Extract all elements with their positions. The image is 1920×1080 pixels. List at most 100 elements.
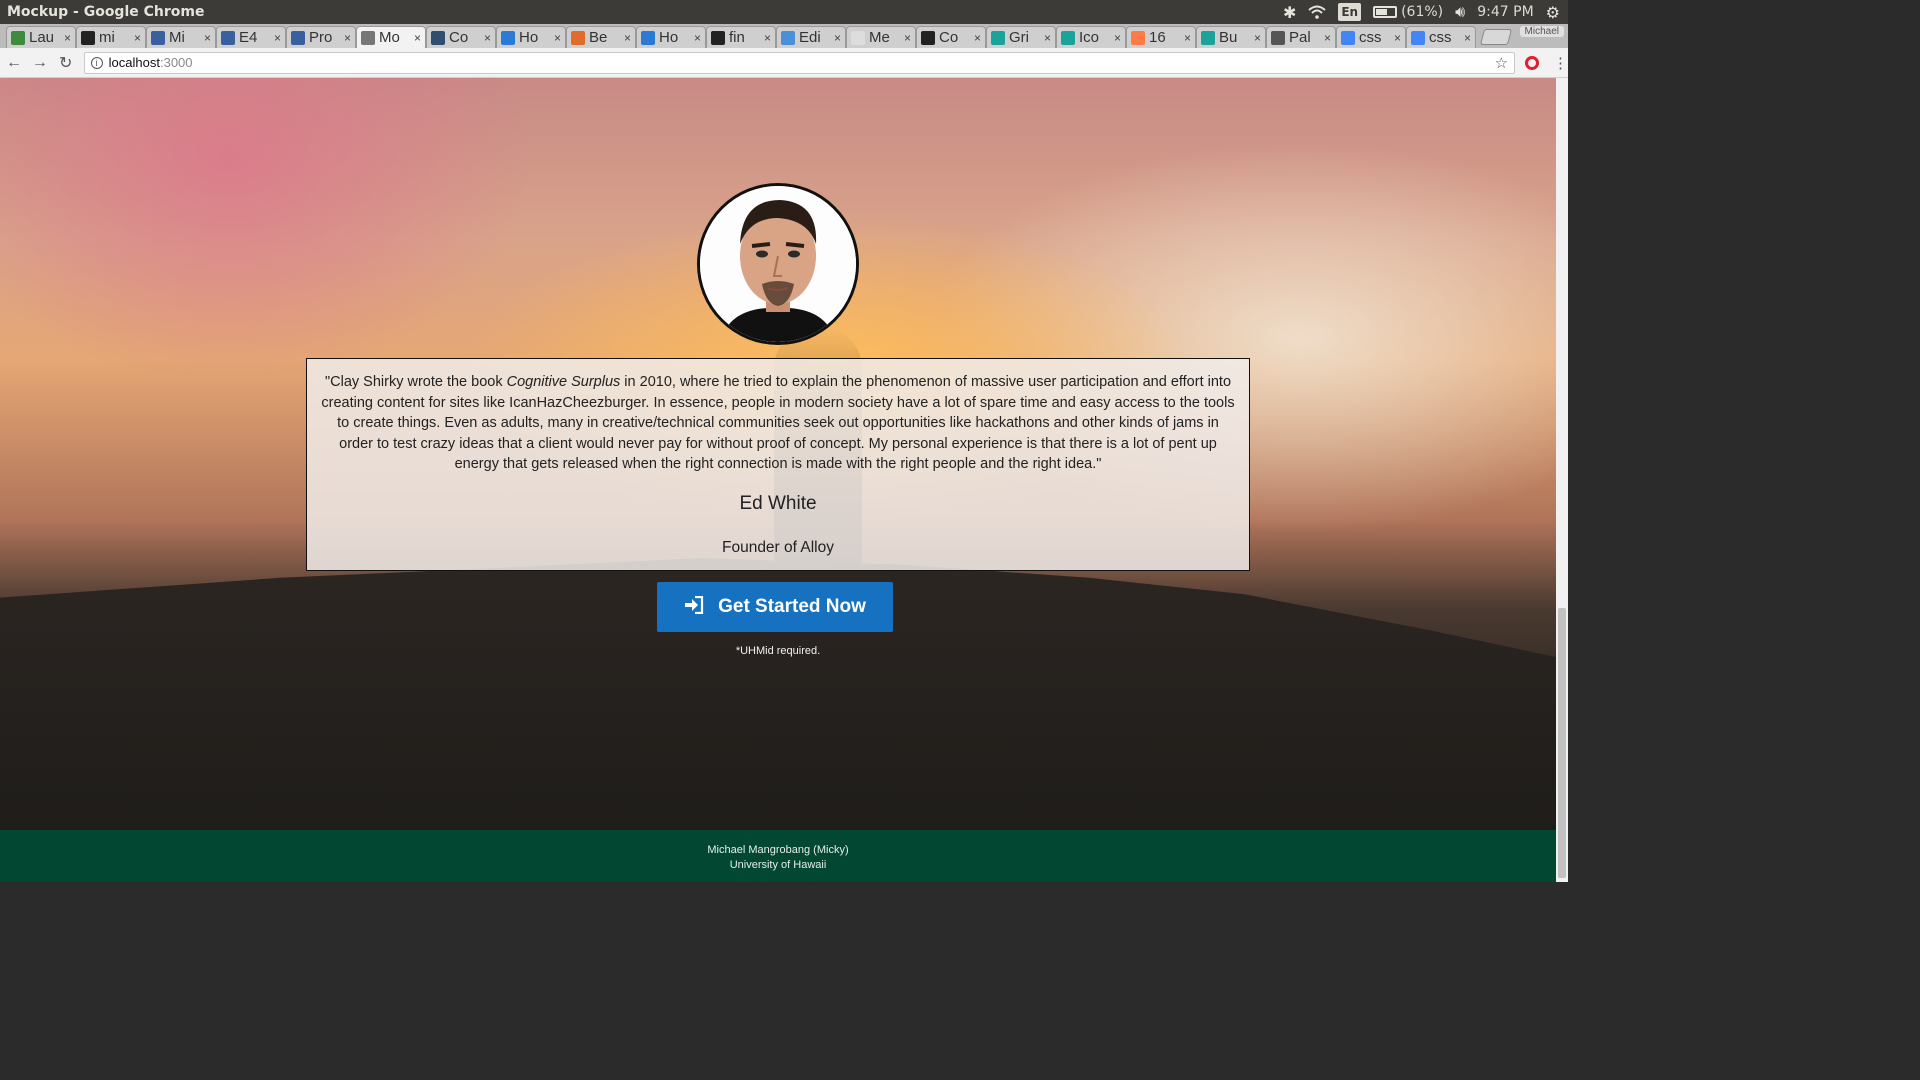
wifi-icon[interactable]	[1308, 5, 1327, 19]
tab-title: 16	[1149, 29, 1166, 46]
doc-icon	[151, 30, 165, 45]
behance-icon	[571, 30, 585, 45]
tab-close-icon[interactable]: ×	[1114, 31, 1121, 45]
browser-tab[interactable]: Ho ×	[636, 26, 706, 48]
github-icon	[81, 30, 95, 45]
footer-author: Michael Mangrobang (Micky)	[707, 844, 849, 856]
os-top-bar: Mockup - Google Chrome ✱ En (61%) 🔊︎ 9:4…	[0, 0, 1568, 24]
tab-close-icon[interactable]: ×	[134, 31, 141, 45]
book-title: Cognitive Surplus	[506, 374, 621, 390]
reload-icon[interactable]: ↻	[54, 53, 78, 73]
system-tray: ✱ En (61%) 🔊︎ 9:47 PM ⚙	[1283, 2, 1568, 22]
browser-tab[interactable]: Bu ×	[1196, 26, 1266, 48]
browser-tab[interactable]: Mo ×	[356, 26, 426, 48]
github-icon	[711, 30, 725, 45]
tab-close-icon[interactable]: ×	[1184, 31, 1191, 45]
browser-tab[interactable]: Edi ×	[776, 26, 846, 48]
tab-close-icon[interactable]: ×	[1464, 31, 1471, 45]
tab-close-icon[interactable]: ×	[484, 31, 491, 45]
browser-tab[interactable]: Be ×	[566, 26, 636, 48]
bookmark-star-icon[interactable]: ☆	[1495, 54, 1508, 72]
uhmid-requirement-note: *UHMid required.	[735, 645, 821, 657]
forward-arrow-icon[interactable]: →	[28, 54, 52, 72]
chrome-menu-icon[interactable]: ⋮	[1553, 54, 1568, 72]
back-arrow-icon[interactable]: ←	[2, 54, 26, 72]
page-scrollbar[interactable]	[1556, 78, 1568, 882]
tab-close-icon[interactable]: ×	[904, 31, 911, 45]
tab-close-icon[interactable]: ×	[764, 31, 771, 45]
edit-icon	[431, 30, 445, 45]
browser-tab[interactable]: fin ×	[706, 26, 776, 48]
tab-close-icon[interactable]: ×	[834, 31, 841, 45]
quote-text-start: "Clay Shirky wrote the book	[324, 374, 507, 390]
browser-tab[interactable]: Lau ×	[6, 26, 76, 48]
browser-tab[interactable]: E4 ×	[216, 26, 286, 48]
url-host: localhost	[108, 55, 160, 70]
tab-close-icon[interactable]: ×	[1044, 31, 1051, 45]
browser-tab[interactable]: css ×	[1406, 26, 1476, 48]
settings-gear-icon[interactable]: ✱	[1283, 3, 1296, 22]
get-started-button[interactable]: Get Started Now	[657, 582, 893, 632]
tab-close-icon[interactable]: ×	[274, 31, 281, 45]
tab-title: css	[1429, 29, 1452, 46]
window-title: Mockup - Google Chrome	[7, 4, 205, 20]
browser-tab[interactable]: Me ×	[846, 26, 916, 48]
volume-icon[interactable]: 🔊︎	[1455, 2, 1465, 22]
tab-title: Be	[589, 29, 608, 46]
opera-extension-icon[interactable]	[1525, 55, 1540, 70]
page-icon	[361, 30, 375, 45]
tab-close-icon[interactable]: ×	[694, 31, 701, 45]
battery-indicator[interactable]: (61%)	[1373, 4, 1443, 20]
browser-tab[interactable]: Pro ×	[286, 26, 356, 48]
doc-icon	[291, 30, 305, 45]
tab-close-icon[interactable]: ×	[64, 31, 71, 45]
tab-close-icon[interactable]: ×	[554, 31, 561, 45]
tab-title: css	[1359, 29, 1382, 46]
browser-tab[interactable]: 16 ×	[1126, 26, 1196, 48]
browser-tab[interactable]: Ico ×	[1056, 26, 1126, 48]
tab-close-icon[interactable]: ×	[414, 31, 421, 45]
blank-icon	[851, 30, 865, 45]
s-icon	[991, 30, 1005, 45]
browser-tab[interactable]: mi ×	[76, 26, 146, 48]
site-info-icon[interactable]: i	[90, 56, 103, 69]
scrollbar-thumb[interactable]	[1558, 608, 1566, 878]
profile-button[interactable]: Michael	[1519, 26, 1564, 37]
keyboard-language-indicator[interactable]: En	[1338, 3, 1362, 21]
compass-icon	[1271, 30, 1285, 45]
tab-title: Mi	[169, 29, 185, 46]
browser-tab[interactable]: Co ×	[426, 26, 496, 48]
testimonial-quote: "Clay Shirky wrote the book Cognitive Su…	[321, 372, 1235, 475]
footer-institution: University of Hawaii	[729, 859, 827, 871]
browser-tab[interactable]: Gri ×	[986, 26, 1056, 48]
tab-title: Ho	[659, 29, 679, 46]
tab-close-icon[interactable]: ×	[1324, 31, 1331, 45]
tab-close-icon[interactable]: ×	[204, 31, 211, 45]
new-tab-button[interactable]	[1479, 29, 1513, 45]
browser-tab[interactable]: Ho ×	[496, 26, 566, 48]
battery-icon	[1373, 6, 1398, 18]
address-bar[interactable]: i localhost:3000 ☆	[83, 51, 1516, 74]
clock[interactable]: 9:47 PM	[1477, 4, 1533, 20]
browser-tab-strip: Lau × mi × Mi × E4 × Pro × Mo × Co × Ho × Be × Ho × fin × Edi ×…	[0, 24, 1568, 48]
tab-title: Me	[869, 29, 890, 46]
tab-title: Gri	[1009, 29, 1029, 46]
browser-tab[interactable]: Pal ×	[1266, 26, 1336, 48]
url-port: :3000	[159, 55, 193, 70]
page-footer: Michael Mangrobang (Micky) University of…	[0, 830, 1556, 882]
tab-title: Bu	[1219, 29, 1238, 46]
tab-close-icon[interactable]: ×	[974, 31, 981, 45]
tab-close-icon[interactable]: ×	[1394, 31, 1401, 45]
tab-close-icon[interactable]: ×	[344, 31, 351, 45]
s-icon	[1201, 30, 1215, 45]
tab-title: Co	[939, 29, 959, 46]
camera-icon	[921, 30, 935, 45]
browser-tab[interactable]: css ×	[1336, 26, 1406, 48]
tab-close-icon[interactable]: ×	[1254, 31, 1261, 45]
tab-close-icon[interactable]: ×	[624, 31, 631, 45]
power-gear-icon[interactable]: ⚙	[1546, 3, 1560, 22]
testimonial-card: "Clay Shirky wrote the book Cognitive Su…	[306, 358, 1250, 571]
browser-tab[interactable]: Mi ×	[146, 26, 216, 48]
tab-title: Ico	[1079, 29, 1100, 46]
browser-tab[interactable]: Co ×	[916, 26, 986, 48]
